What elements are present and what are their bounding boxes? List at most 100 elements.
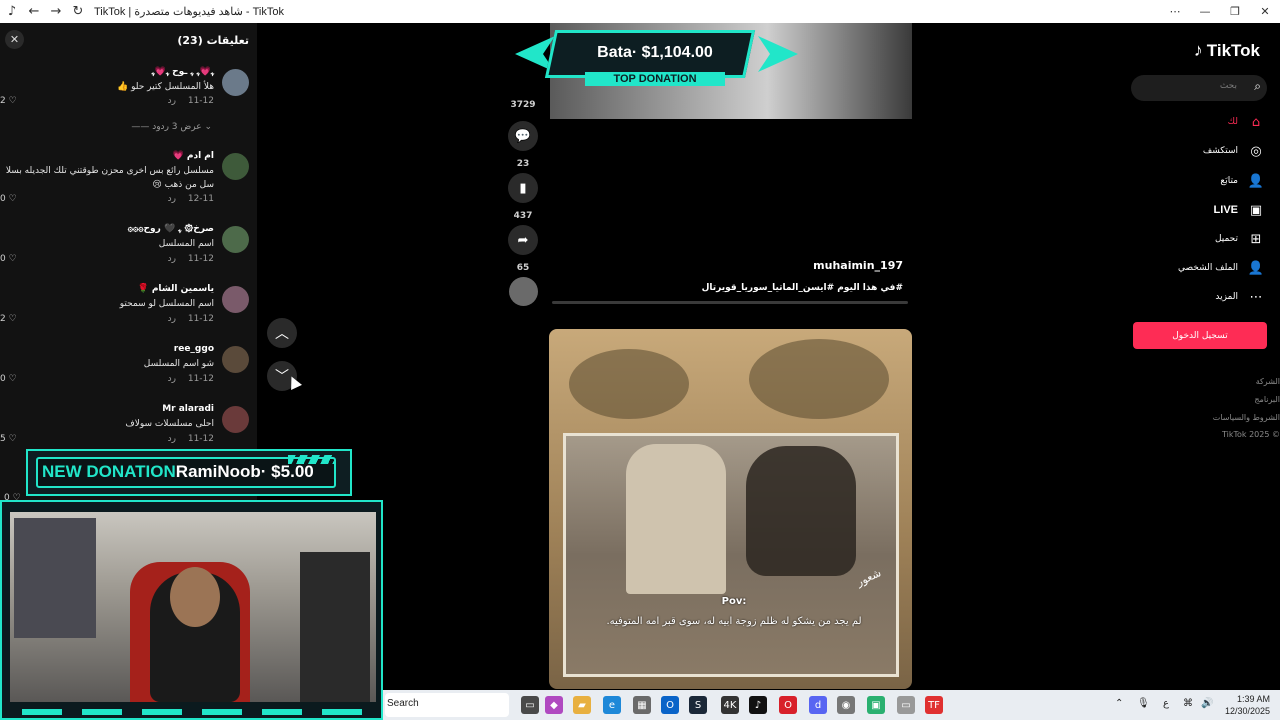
gray-app-icon[interactable]: ▭ [897, 696, 915, 714]
like-button[interactable]: 0 ♡ [0, 374, 17, 384]
nav-live[interactable]: ▣ LIVE [1214, 200, 1264, 220]
screen: ♪ ← → ↻ TikTok | شاهد فيديوهات متصدرة - … [0, 0, 1280, 720]
video-progress-bar[interactable] [552, 301, 908, 304]
discord-icon[interactable]: d [809, 696, 827, 714]
comment-bubble-icon[interactable]: 💬 [508, 121, 538, 151]
like-button[interactable]: 5 ♡ [0, 434, 17, 444]
green-app-icon[interactable]: ▣ [867, 696, 885, 714]
file-explorer-icon[interactable]: ▰ [573, 696, 591, 714]
copilot-icon[interactable]: ◆ [545, 696, 563, 714]
minimize-button[interactable]: — [1190, 0, 1220, 23]
app-4k-icon[interactable]: 4K [721, 696, 739, 714]
comment-date: 11-12 [187, 254, 214, 264]
reply-link[interactable]: رد [168, 434, 176, 444]
comment-date: 11-12 [187, 434, 214, 444]
window-controls: ⋯ — ❐ ✕ [1160, 0, 1280, 23]
comment-date: 11-12 [187, 314, 214, 324]
reply-link[interactable]: رد [168, 314, 176, 324]
comment-author[interactable]: ree_ggo [174, 344, 214, 354]
like-button[interactable]: 0 ♡ [0, 254, 17, 264]
comment-author[interactable]: ياسمين الشام 🌹 [138, 284, 215, 294]
reply-link[interactable]: رد [168, 254, 176, 264]
back-arrow-icon[interactable]: ← [24, 2, 44, 22]
nav-more[interactable]: ⋯ المزيد [1215, 287, 1264, 307]
tiktok-logo[interactable]: ♪ TikTok [1194, 40, 1260, 61]
author-avatar[interactable] [509, 277, 538, 306]
task-view-icon[interactable]: ▭ [521, 696, 539, 714]
nav-upload[interactable]: ⊞ تحميل [1215, 229, 1264, 249]
footer-program-link[interactable]: البرنامج [1254, 395, 1280, 404]
chevron-up-icon: ︿ [275, 326, 289, 342]
volume-icon[interactable]: 🔊 [1201, 698, 1213, 709]
comment-author[interactable]: Mr alaradi [162, 404, 214, 414]
reload-icon[interactable]: ↻ [68, 2, 88, 22]
video-frame: شعور Pov: لم يجد من يشكو له ظلم زوجة ابي… [563, 433, 899, 677]
nav-label: الملف الشخصي [1178, 263, 1238, 273]
close-comments-button[interactable]: ✕ [5, 30, 24, 49]
bookmark-icon[interactable]: ▮ [508, 173, 538, 203]
new-donation-donor: RamiNoob· $5.00 [175, 462, 314, 481]
nav-for-you[interactable]: ⌂ لك [1228, 112, 1264, 132]
nav-following[interactable]: 👤 متابَع [1220, 171, 1264, 191]
like-button[interactable]: 2 ♡ [0, 96, 17, 106]
steam-icon[interactable]: S [689, 696, 707, 714]
reply-link[interactable]: رد [168, 96, 176, 106]
like-count: 0 [0, 194, 6, 204]
outlook-icon[interactable]: O [661, 696, 679, 714]
more-menu-icon[interactable]: ⋯ [1160, 0, 1190, 23]
login-button[interactable]: تسجيل الدخول [1133, 322, 1267, 349]
language-indicator[interactable]: ع [1163, 698, 1169, 709]
nav-profile[interactable]: 👤 الملف الشخصي [1178, 258, 1264, 278]
avatar[interactable] [222, 69, 249, 96]
clock-time: 1:39 AM [1236, 694, 1270, 704]
like-button[interactable]: 0 ♡ [0, 194, 17, 204]
nav-label: تحميل [1214, 234, 1238, 244]
taskbar-search[interactable]: Search [385, 693, 509, 717]
footer-company-link[interactable]: الشركة [1256, 377, 1280, 386]
video-author[interactable]: muhaimin_197 [813, 259, 903, 272]
nav-explore[interactable]: ◎ استكشف [1203, 141, 1264, 161]
comment-author[interactable]: ام ادم 💗 [173, 151, 214, 161]
top-donation-label: TOP DONATION [585, 72, 725, 86]
tf-app-icon[interactable]: TF [925, 696, 943, 714]
comment-author[interactable]: ﮩ💗ﮩ ﮩ ـوح ﮩ💗ﮩ [152, 67, 214, 77]
heart-icon: ♡ [8, 434, 17, 444]
avatar[interactable] [222, 226, 249, 253]
share-arrow-icon[interactable]: ➦ [508, 225, 538, 255]
forward-arrow-icon[interactable]: → [46, 2, 66, 22]
comment-date: 11-12 [187, 96, 214, 106]
avatar[interactable] [222, 406, 249, 433]
like-button[interactable]: 2 ♡ [0, 314, 17, 324]
comment-author[interactable]: صرخ۞ ﮩ 🖤 روح۞۞۞ [128, 224, 214, 234]
search-input[interactable]: بحث ⌕ [1131, 75, 1267, 101]
like-action[interactable]: 3729 [508, 84, 538, 110]
opera-icon[interactable]: O [779, 696, 797, 714]
avatar[interactable] [222, 346, 249, 373]
tray-chevron-icon[interactable]: ⌃ [1115, 698, 1123, 709]
footer-terms-link[interactable]: الشروط والسياسات [1213, 413, 1280, 422]
comment-action[interactable]: 💬 23 [508, 121, 538, 169]
taskbar-clock[interactable]: 1:39 AM 12/30/2025 [1225, 693, 1270, 717]
show-replies-button[interactable]: ⌄ عرض 3 ردود —— [131, 122, 212, 132]
save-action[interactable]: ▮ 437 [508, 173, 538, 221]
video-caption[interactable]: #في هذا اليوم #ايسن_الماتيا_سوريا_قويرتا… [702, 283, 903, 293]
avatar[interactable] [222, 286, 249, 313]
network-icon[interactable]: ⌘ [1183, 698, 1193, 709]
nav-label: لك [1227, 117, 1238, 127]
search-icon[interactable]: ⌕ [1254, 79, 1261, 94]
edge-browser-icon[interactable]: e [603, 696, 621, 714]
microphone-icon[interactable]: 🎙 [1137, 698, 1150, 709]
reply-link[interactable]: رد [168, 194, 176, 204]
previous-video-button[interactable]: ︿ [267, 318, 297, 348]
close-window-button[interactable]: ✕ [1250, 0, 1280, 23]
obs-icon[interactable]: ◉ [837, 696, 855, 714]
avatar[interactable] [222, 153, 249, 180]
store-icon[interactable]: ▦ [633, 696, 651, 714]
maximize-button[interactable]: ❐ [1220, 0, 1250, 23]
video-player[interactable]: شعور Pov: لم يجد من يشكو له ظلم زوجة ابي… [549, 329, 912, 689]
compass-icon: ◎ [1250, 143, 1262, 159]
reply-link[interactable]: رد [168, 374, 176, 384]
tiktok-taskbar-icon[interactable]: ♪ [749, 696, 767, 714]
share-action[interactable]: ➦ 65 [508, 225, 538, 273]
webcam-overlay [0, 500, 383, 720]
